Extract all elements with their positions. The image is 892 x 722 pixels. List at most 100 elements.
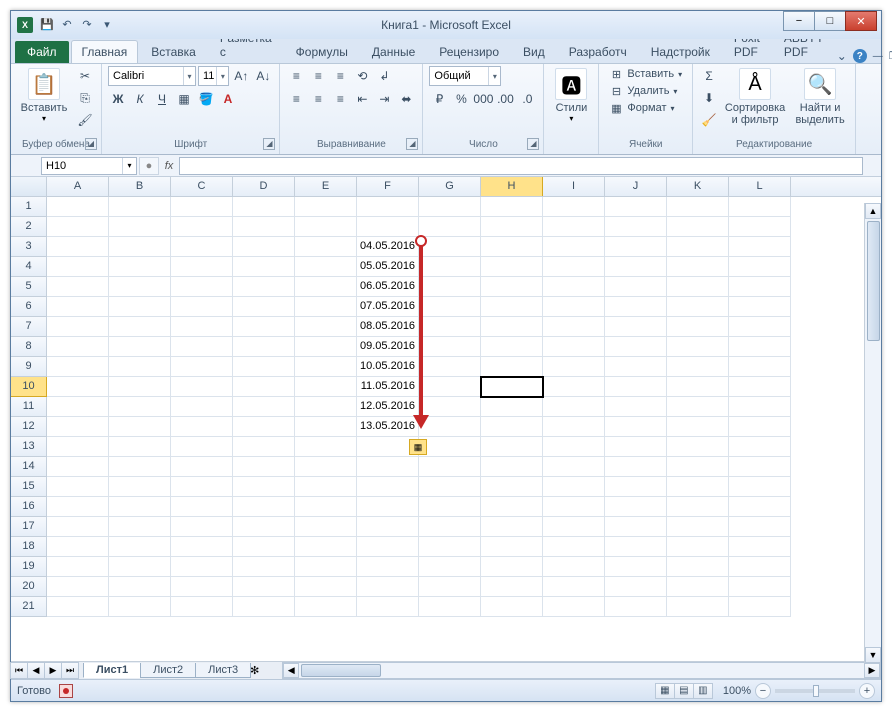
cell-E14[interactable]	[295, 457, 357, 477]
cell-K20[interactable]	[667, 577, 729, 597]
cell-A2[interactable]	[47, 217, 109, 237]
cell-F18[interactable]	[357, 537, 419, 557]
col-header-K[interactable]: K	[667, 177, 729, 196]
col-header-B[interactable]: B	[109, 177, 171, 196]
page-break-view-icon[interactable]: ▥	[693, 683, 713, 699]
cell-K19[interactable]	[667, 557, 729, 577]
cell-F9[interactable]: 10.05.2016	[357, 357, 419, 377]
cell-B12[interactable]	[109, 417, 171, 437]
row-header-11[interactable]: 11	[11, 397, 47, 417]
cell-F7[interactable]: 08.05.2016	[357, 317, 419, 337]
decrease-decimal-icon[interactable]: .0	[517, 89, 537, 109]
cell-L16[interactable]	[729, 497, 791, 517]
row-header-2[interactable]: 2	[11, 217, 47, 237]
cell-F19[interactable]	[357, 557, 419, 577]
cell-E20[interactable]	[295, 577, 357, 597]
cell-H8[interactable]	[481, 337, 543, 357]
cell-I21[interactable]	[543, 597, 605, 617]
cell-G16[interactable]	[419, 497, 481, 517]
cell-F6[interactable]: 07.05.2016	[357, 297, 419, 317]
font-name-combo[interactable]: Calibri▾	[108, 66, 196, 86]
clear-icon[interactable]: 🧹	[699, 110, 719, 130]
cell-H21[interactable]	[481, 597, 543, 617]
cell-L11[interactable]	[729, 397, 791, 417]
row-header-15[interactable]: 15	[11, 477, 47, 497]
cell-D20[interactable]	[233, 577, 295, 597]
cell-J10[interactable]	[605, 377, 667, 397]
row-header-14[interactable]: 14	[11, 457, 47, 477]
cell-E21[interactable]	[295, 597, 357, 617]
cell-A14[interactable]	[47, 457, 109, 477]
cell-C4[interactable]	[171, 257, 233, 277]
cell-J20[interactable]	[605, 577, 667, 597]
cell-L20[interactable]	[729, 577, 791, 597]
cell-L5[interactable]	[729, 277, 791, 297]
cell-I11[interactable]	[543, 397, 605, 417]
redo-icon[interactable]: ↷	[79, 16, 95, 32]
page-layout-view-icon[interactable]: ▤	[674, 683, 694, 699]
cell-C9[interactable]	[171, 357, 233, 377]
cell-E7[interactable]	[295, 317, 357, 337]
cell-E19[interactable]	[295, 557, 357, 577]
cell-B1[interactable]	[109, 197, 171, 217]
cell-H2[interactable]	[481, 217, 543, 237]
italic-icon[interactable]: К	[130, 89, 150, 109]
cell-H12[interactable]	[481, 417, 543, 437]
cell-L21[interactable]	[729, 597, 791, 617]
row-header-6[interactable]: 6	[11, 297, 47, 317]
cell-I12[interactable]	[543, 417, 605, 437]
row-header-1[interactable]: 1	[11, 197, 47, 217]
col-header-H[interactable]: H	[481, 177, 543, 196]
cell-G10[interactable]	[419, 377, 481, 397]
cell-I8[interactable]	[543, 337, 605, 357]
cell-C17[interactable]	[171, 517, 233, 537]
ribbon-tab-3[interactable]: Формулы	[285, 40, 359, 63]
border-icon[interactable]: ▦	[174, 89, 194, 109]
cell-I19[interactable]	[543, 557, 605, 577]
normal-view-icon[interactable]: ▦	[655, 683, 675, 699]
cell-L2[interactable]	[729, 217, 791, 237]
cell-A13[interactable]	[47, 437, 109, 457]
col-header-G[interactable]: G	[419, 177, 481, 196]
row-header-5[interactable]: 5	[11, 277, 47, 297]
cell-B4[interactable]	[109, 257, 171, 277]
cell-I15[interactable]	[543, 477, 605, 497]
copy-icon[interactable]: ⎘	[75, 88, 95, 108]
cell-I1[interactable]	[543, 197, 605, 217]
cell-K12[interactable]	[667, 417, 729, 437]
zoom-slider[interactable]	[775, 689, 855, 693]
cell-H5[interactable]	[481, 277, 543, 297]
row-header-13[interactable]: 13	[11, 437, 47, 457]
col-header-F[interactable]: F	[357, 177, 419, 196]
cell-C13[interactable]	[171, 437, 233, 457]
cell-L6[interactable]	[729, 297, 791, 317]
underline-icon[interactable]: Ч	[152, 89, 172, 109]
cell-F3[interactable]: 04.05.2016	[357, 237, 419, 257]
cell-G19[interactable]	[419, 557, 481, 577]
cell-B6[interactable]	[109, 297, 171, 317]
cell-B7[interactable]	[109, 317, 171, 337]
comma-icon[interactable]: 000	[473, 89, 493, 109]
cell-C1[interactable]	[171, 197, 233, 217]
sheet-nav-first-icon[interactable]: ⏮	[10, 662, 28, 679]
cell-L14[interactable]	[729, 457, 791, 477]
zoom-level[interactable]: 100%	[723, 685, 751, 697]
cell-D11[interactable]	[233, 397, 295, 417]
cell-C11[interactable]	[171, 397, 233, 417]
cell-G17[interactable]	[419, 517, 481, 537]
hscroll-thumb[interactable]	[301, 664, 381, 677]
cell-J18[interactable]	[605, 537, 667, 557]
scroll-up-icon[interactable]: ▲	[865, 203, 881, 219]
cell-J19[interactable]	[605, 557, 667, 577]
delete-cells-button[interactable]: ⊟Удалить▾	[605, 83, 686, 99]
cell-B2[interactable]	[109, 217, 171, 237]
cell-G15[interactable]	[419, 477, 481, 497]
cell-L3[interactable]	[729, 237, 791, 257]
cell-A20[interactable]	[47, 577, 109, 597]
cell-J5[interactable]	[605, 277, 667, 297]
file-tab[interactable]: Файл	[15, 41, 69, 63]
cell-E2[interactable]	[295, 217, 357, 237]
cell-G13[interactable]	[419, 437, 481, 457]
cell-G6[interactable]	[419, 297, 481, 317]
cell-K8[interactable]	[667, 337, 729, 357]
